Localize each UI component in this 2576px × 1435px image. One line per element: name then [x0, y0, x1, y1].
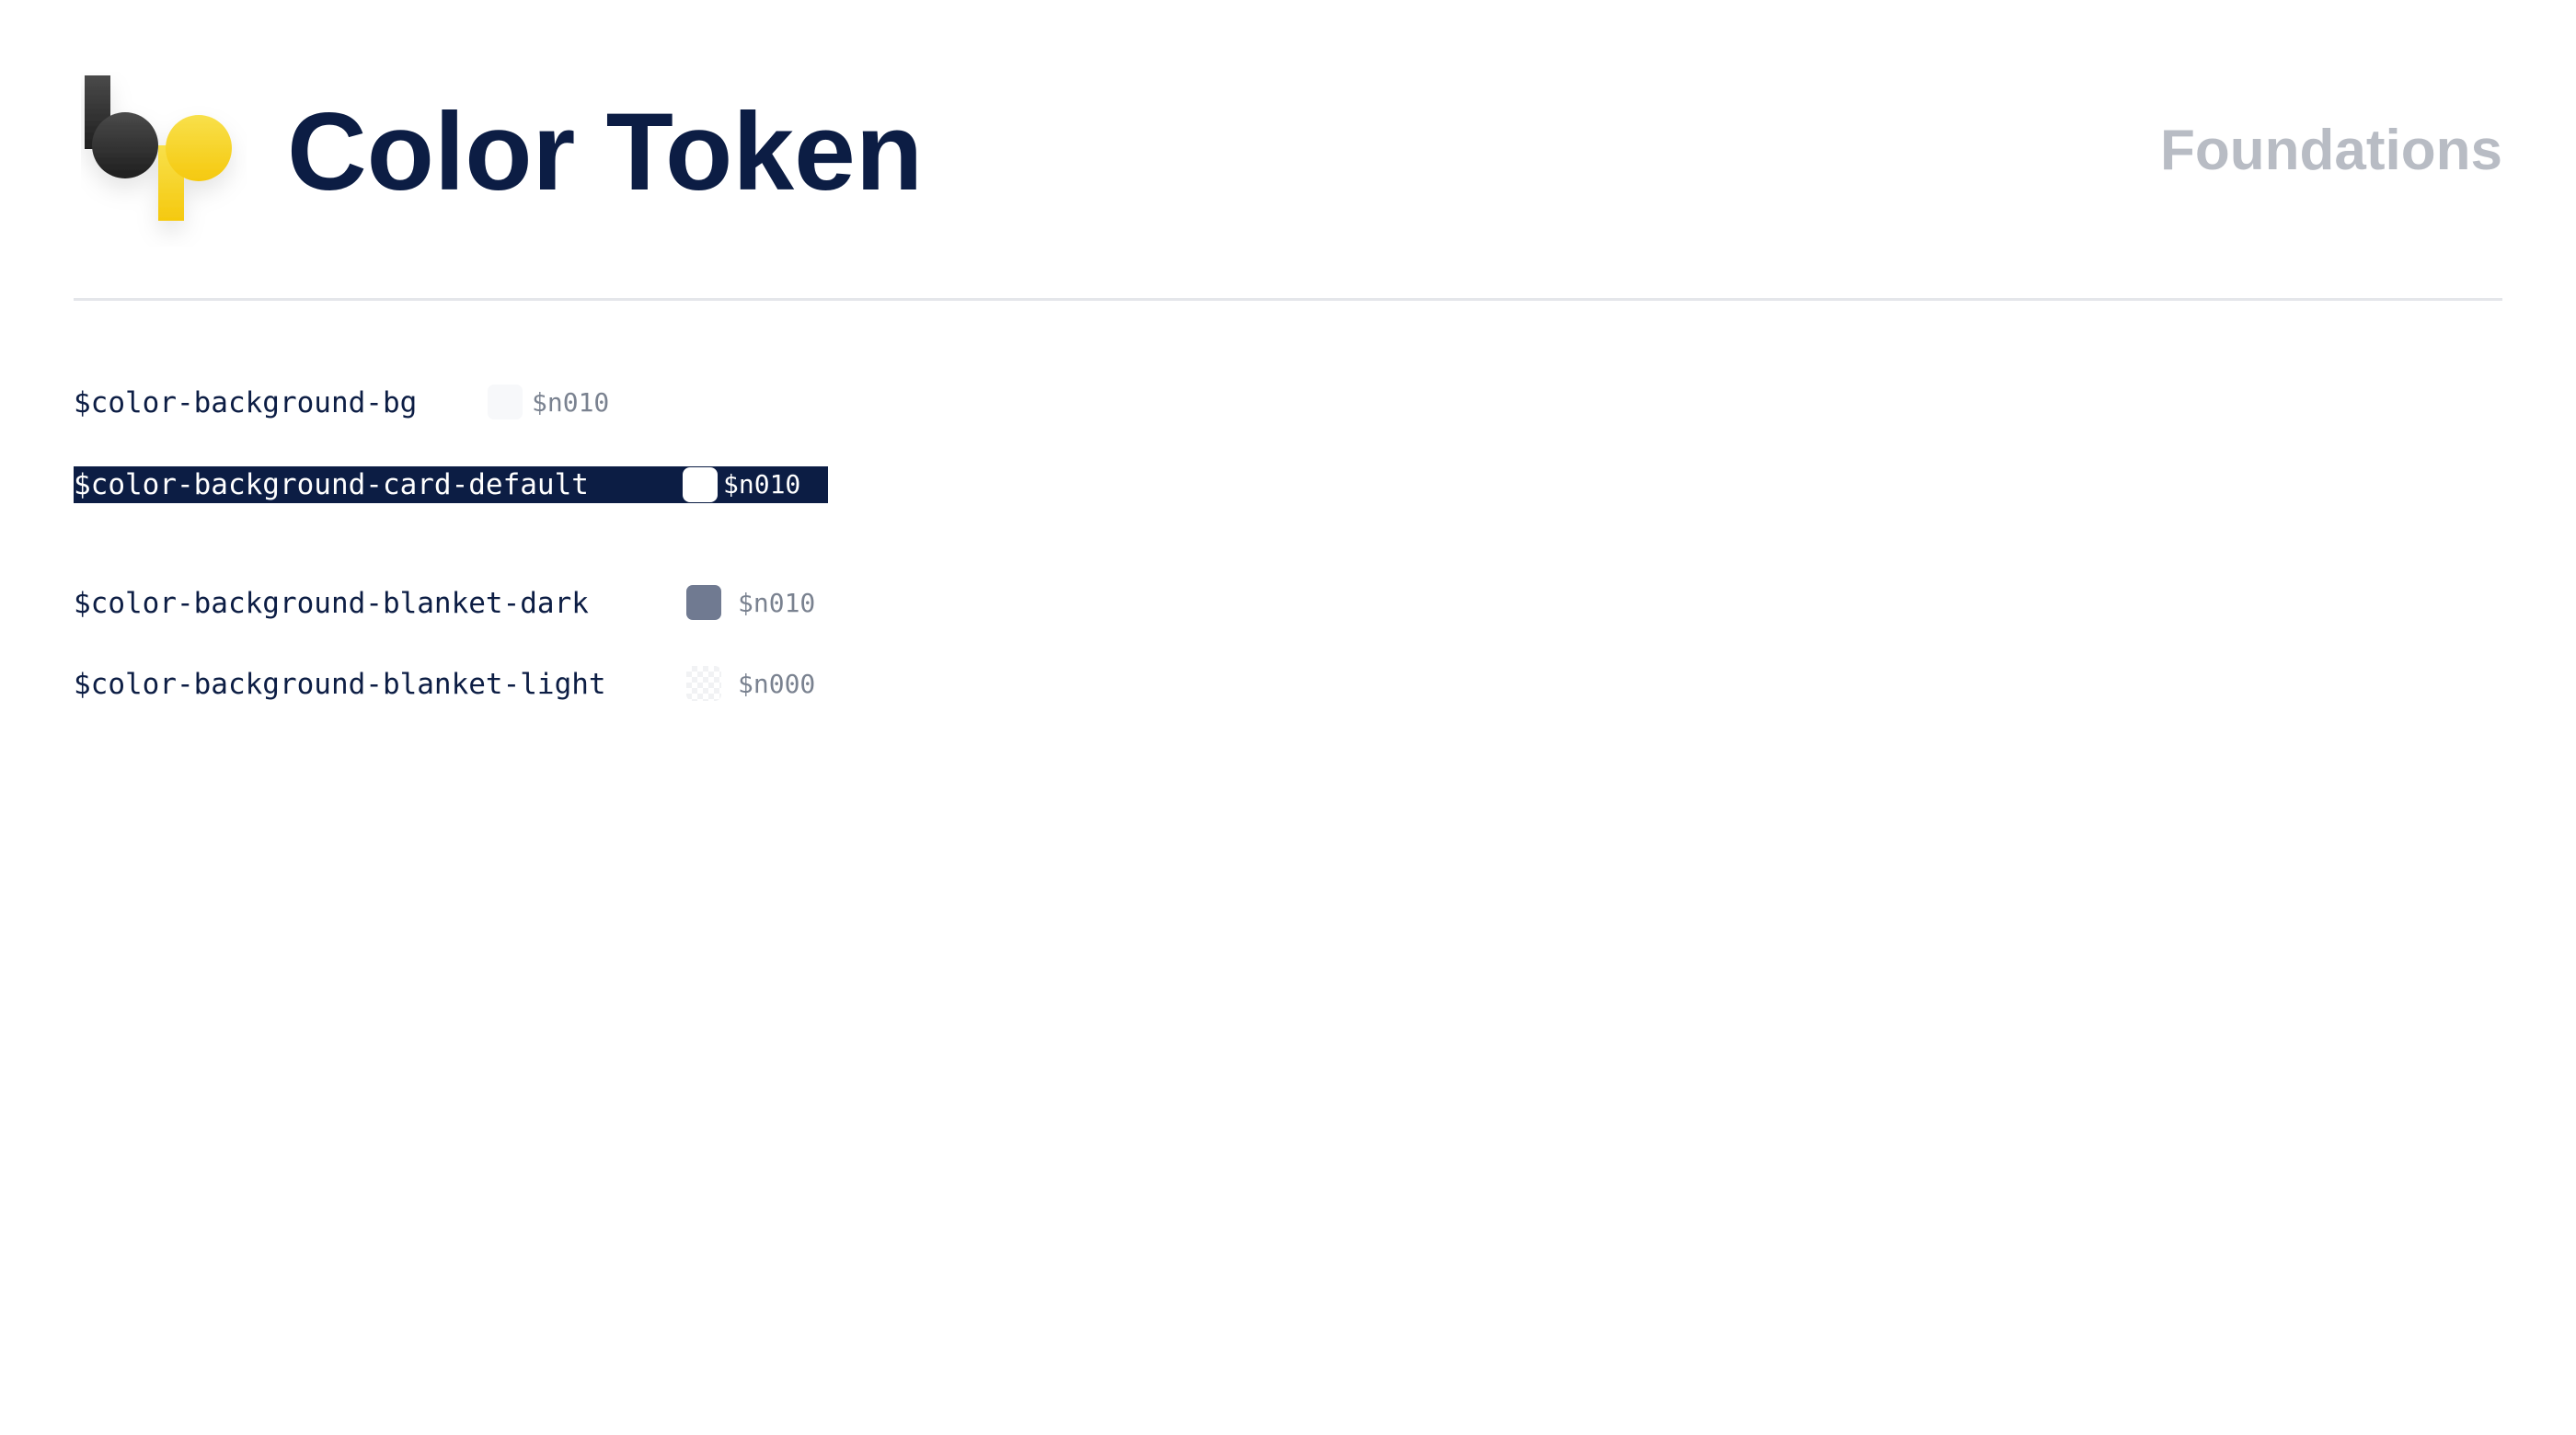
brand-logo-mark: [85, 75, 232, 221]
token-value: $n010: [738, 588, 816, 618]
color-swatch: [683, 467, 718, 502]
token-value: $n000: [738, 669, 816, 699]
token-row[interactable]: $color-background-bg $n010: [74, 385, 609, 421]
token-row[interactable]: $color-background-blanket-light $n000: [74, 666, 815, 703]
token-name: $color-background-card-default: [74, 468, 589, 501]
token-row[interactable]: $color-background-blanket-dark $n010: [74, 585, 815, 622]
token-name: $color-background-bg: [74, 386, 418, 419]
token-value: $n010: [532, 387, 610, 418]
brand-logo: [81, 72, 247, 247]
color-swatch: [686, 585, 721, 620]
token-name: $color-background-blanket-light: [74, 668, 606, 701]
token-value: $n010: [723, 469, 801, 499]
section-label: Foundations: [2160, 119, 2502, 182]
color-swatch: [488, 385, 523, 419]
token-row-selected[interactable]: $color-background-card-default $n010: [74, 466, 828, 503]
checkerboard-swatch: [686, 666, 721, 701]
page-title: Color Token: [287, 90, 924, 213]
token-name: $color-background-blanket-dark: [74, 587, 589, 620]
header-divider: [74, 298, 2502, 301]
